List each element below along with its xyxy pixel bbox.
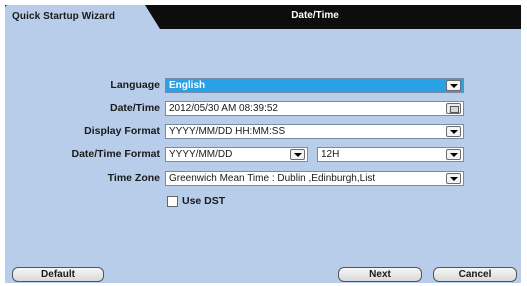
hour-format-select[interactable]: 12H bbox=[317, 147, 464, 162]
datetime-label: Date/Time bbox=[110, 102, 160, 114]
language-dropdown-icon[interactable] bbox=[446, 80, 461, 91]
next-button[interactable]: Next bbox=[338, 267, 422, 282]
timezone-dropdown-icon[interactable] bbox=[446, 173, 461, 184]
date-format-dropdown-icon[interactable] bbox=[290, 149, 305, 160]
cancel-button[interactable]: Cancel bbox=[433, 267, 517, 282]
default-button[interactable]: Default bbox=[12, 267, 104, 282]
page-title: Date/Time bbox=[291, 10, 339, 21]
language-select[interactable]: English bbox=[165, 78, 464, 93]
timezone-label: Time Zone bbox=[107, 172, 160, 184]
display-format-label: Display Format bbox=[84, 125, 160, 137]
date-format-select[interactable]: YYYY/MM/DD bbox=[165, 147, 308, 162]
tab-label: Quick Startup Wizard bbox=[12, 11, 116, 22]
wizard-panel bbox=[5, 5, 521, 283]
datetime-field[interactable]: 2012/05/30 AM 08:39:52 bbox=[165, 101, 464, 116]
use-dst-label: Use DST bbox=[182, 195, 226, 207]
use-dst-checkbox[interactable] bbox=[167, 196, 178, 207]
tab-quick-startup-wizard[interactable]: Quick Startup Wizard bbox=[5, 5, 160, 29]
timezone-select[interactable]: Greenwich Mean Time : Dublin ,Edinburgh,… bbox=[165, 171, 464, 186]
hour-format-dropdown-icon[interactable] bbox=[446, 149, 461, 160]
datetime-format-label: Date/Time Format bbox=[71, 148, 161, 160]
display-format-select[interactable]: YYYY/MM/DD HH:MM:SS bbox=[165, 124, 464, 139]
calendar-icon[interactable] bbox=[446, 103, 461, 114]
display-format-dropdown-icon[interactable] bbox=[446, 126, 461, 137]
language-label: Language bbox=[110, 79, 160, 91]
